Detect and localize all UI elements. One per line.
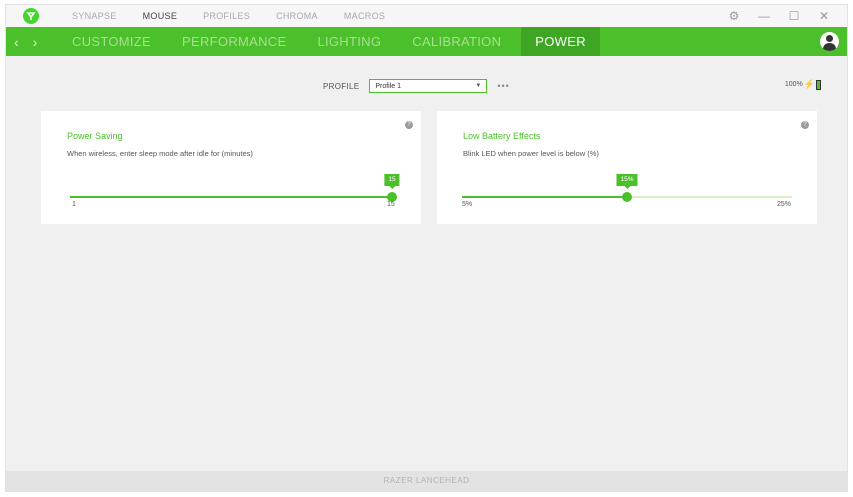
low-battery-title: Low Battery Effects xyxy=(463,131,541,141)
battery-indicator: 100% ⚡ xyxy=(785,79,821,90)
topnav-chroma[interactable]: CHROMA xyxy=(276,11,318,21)
power-saving-max-label: 15 xyxy=(387,201,395,208)
power-saving-card: Power Saving When wireless, enter sleep … xyxy=(41,111,421,224)
tab-customize[interactable]: CUSTOMIZE xyxy=(61,27,162,56)
profile-dropdown[interactable]: Profile 1 ▼ xyxy=(369,79,488,93)
topnav-synapse[interactable]: SYNAPSE xyxy=(72,11,117,21)
topnav-profiles[interactable]: PROFILES xyxy=(203,11,250,21)
tab-power[interactable]: POWER xyxy=(521,27,600,56)
low-battery-description: Blink LED when power level is below (%) xyxy=(463,149,599,158)
profile-label: PROFILE xyxy=(323,81,360,91)
power-saving-description: When wireless, enter sleep mode after id… xyxy=(67,149,253,158)
topnav-mouse[interactable]: MOUSE xyxy=(143,11,178,21)
help-icon[interactable]: ? xyxy=(801,121,809,129)
profile-row: PROFILE Profile 1 ▼ ••• xyxy=(323,78,510,94)
low-battery-value-bubble: 15% xyxy=(616,174,638,189)
window-controls: ⚙ — ☐ ✕ xyxy=(719,5,839,27)
power-saving-min-label: 1 xyxy=(72,201,76,208)
tab-calibration[interactable]: CALIBRATION xyxy=(401,27,512,56)
low-battery-max-label: 25% xyxy=(777,201,792,208)
razer-logo-icon[interactable] xyxy=(23,8,39,24)
close-icon[interactable]: ✕ xyxy=(809,9,839,23)
low-battery-slider-handle[interactable] xyxy=(622,192,632,202)
nav-arrows: ‹ › xyxy=(14,27,51,56)
tab-lighting[interactable]: LIGHTING xyxy=(306,27,392,56)
chevron-down-icon: ▼ xyxy=(475,83,482,89)
topnav-macros[interactable]: MACROS xyxy=(344,11,385,21)
maximize-icon[interactable]: ☐ xyxy=(779,9,809,23)
low-battery-slider-fill xyxy=(462,196,627,198)
battery-icon xyxy=(816,79,821,90)
battery-percent: 100% xyxy=(784,81,803,88)
device-footer: RAZER LANCEHEAD xyxy=(6,471,847,491)
forward-chevron-icon[interactable]: › xyxy=(33,34,38,50)
tab-performance[interactable]: PERFORMANCE xyxy=(171,27,297,56)
sub-tabs: CUSTOMIZE PERFORMANCE LIGHTING CALIBRATI… xyxy=(61,27,609,56)
settings-gear-icon[interactable]: ⚙ xyxy=(719,9,749,23)
power-saving-slider-fill xyxy=(70,196,392,198)
minimize-icon[interactable]: — xyxy=(749,9,779,23)
avatar-body xyxy=(823,43,836,51)
charging-bolt-icon: ⚡ xyxy=(803,79,815,89)
power-saving-title: Power Saving xyxy=(67,131,123,141)
power-saving-value-bubble: 15 xyxy=(384,174,400,189)
app-window: SYNAPSE MOUSE PROFILES CHROMA MACROS ⚙ —… xyxy=(5,4,848,492)
back-chevron-icon[interactable]: ‹ xyxy=(14,34,19,50)
more-options-icon[interactable]: ••• xyxy=(497,81,509,91)
help-icon[interactable]: ? xyxy=(405,121,413,129)
low-battery-min-label: 5% xyxy=(462,201,473,208)
profile-dropdown-value: Profile 1 xyxy=(375,82,402,90)
low-battery-slider[interactable]: 15% xyxy=(462,174,792,202)
top-nav: SYNAPSE MOUSE PROFILES CHROMA MACROS xyxy=(72,5,411,27)
title-bar: SYNAPSE MOUSE PROFILES CHROMA MACROS ⚙ —… xyxy=(6,5,847,27)
user-avatar-icon[interactable] xyxy=(820,32,839,51)
power-saving-slider[interactable]: 15 xyxy=(70,174,400,202)
low-battery-card: Low Battery Effects Blink LED when power… xyxy=(437,111,817,224)
avatar-head xyxy=(826,35,833,42)
sub-nav-bar: ‹ › CUSTOMIZE PERFORMANCE LIGHTING CALIB… xyxy=(6,27,847,56)
